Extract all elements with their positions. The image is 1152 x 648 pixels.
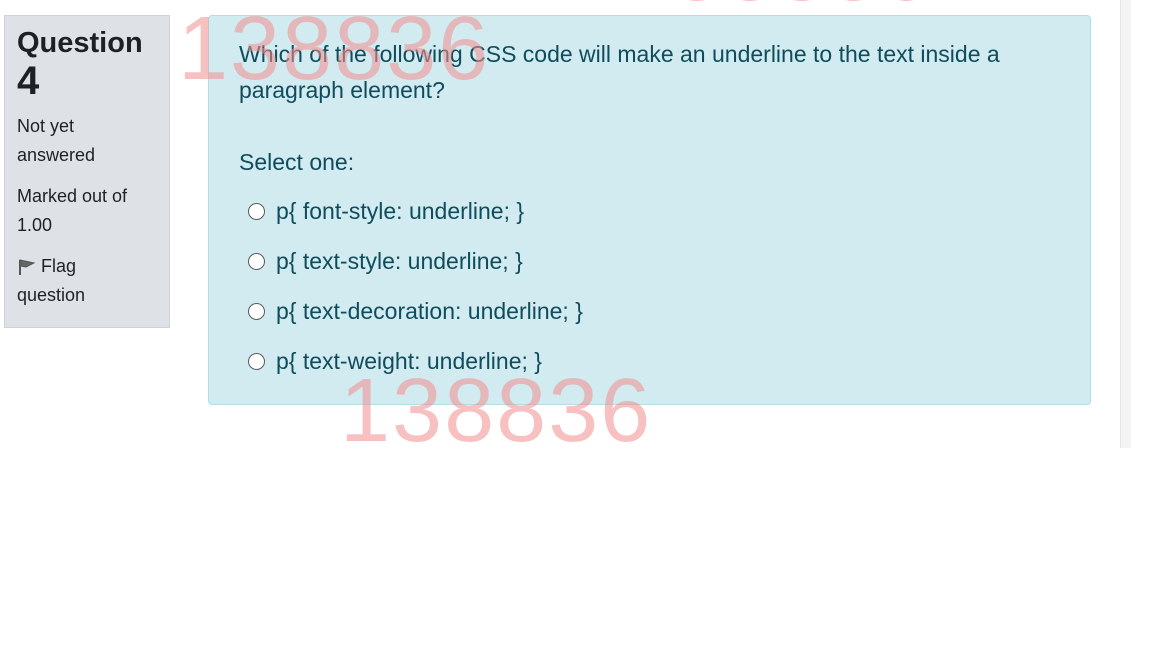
radio-button[interactable] [248, 302, 265, 320]
marks-line-1: Marked out of [17, 186, 128, 206]
answer-options: p{ font-style: underline; } p{ text-styl… [239, 186, 1060, 386]
watermark: 138836 [620, 0, 932, 15]
flag-question-link[interactable]: Flag question [17, 252, 157, 310]
answer-option-a[interactable]: p{ font-style: underline; } [239, 186, 1060, 236]
answer-label[interactable]: p{ text-style: underline; } [276, 248, 523, 275]
flag-icon[interactable] [17, 256, 37, 275]
answer-option-b[interactable]: p{ text-style: underline; } [239, 236, 1060, 286]
radio-button[interactable] [248, 252, 265, 270]
page-scrollbar-edge[interactable] [1120, 0, 1131, 448]
radio-button[interactable] [248, 352, 265, 370]
select-one-prompt: Select one: [239, 149, 355, 175]
answer-option-d[interactable]: p{ text-weight: underline; } [239, 336, 1060, 386]
question-text: Which of the following CSS code will mak… [239, 41, 1000, 103]
quiz-page: Question 4 Not yet answered Marked out o… [0, 0, 1152, 648]
answer-label[interactable]: p{ font-style: underline; } [276, 198, 524, 225]
status-line-2: answered [17, 145, 96, 165]
answer-option-c[interactable]: p{ text-decoration: underline; } [239, 286, 1060, 336]
flag-label-line-1[interactable]: Flag [41, 256, 76, 276]
marks-line-2: 1.00 [17, 215, 53, 235]
radio-button[interactable] [248, 202, 265, 220]
question-status: Not yet answered [17, 112, 157, 170]
question-marks: Marked out of 1.00 [17, 182, 157, 240]
question-number: 4 [17, 59, 40, 103]
question-label: Question [17, 27, 143, 59]
question-info-panel: Question 4 Not yet answered Marked out o… [4, 15, 170, 328]
flag-label-line-2[interactable]: question [17, 281, 157, 310]
answer-label[interactable]: p{ text-weight: underline; } [276, 348, 542, 375]
question-content: Which of the following CSS code will mak… [208, 15, 1091, 405]
answer-label[interactable]: p{ text-decoration: underline; } [276, 298, 583, 325]
status-line-1: Not yet [17, 116, 75, 136]
